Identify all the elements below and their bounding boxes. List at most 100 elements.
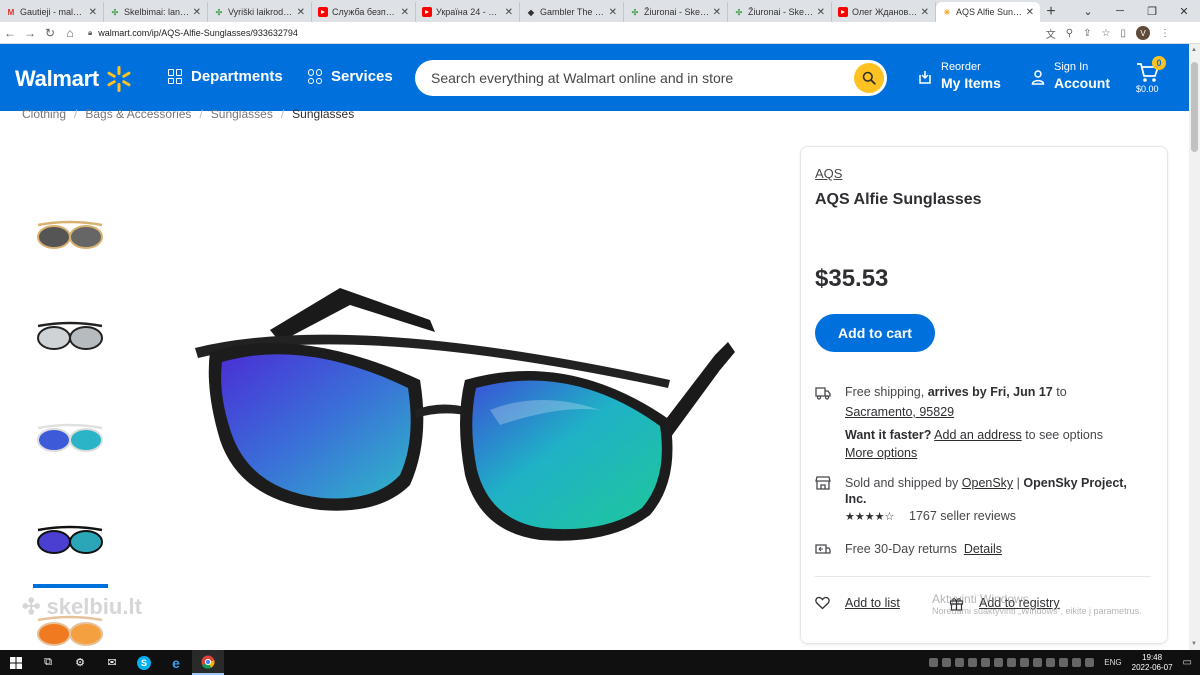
- browser-tab[interactable]: M Gautieji - malokas ✕: [0, 2, 104, 22]
- browser-tab-active[interactable]: ✳AQS Alfie Sunglass✕: [936, 2, 1040, 22]
- product-main-image[interactable]: [180, 270, 740, 580]
- thumbnail-1[interactable]: [30, 207, 110, 263]
- zoom-icon[interactable]: ⚲: [1066, 28, 1073, 39]
- browser-tab[interactable]: ✣ Vyriški laikrodžiai ✕: [208, 2, 312, 22]
- breadcrumb-current[interactable]: Sunglasses: [292, 107, 354, 121]
- close-tab-icon[interactable]: ✕: [921, 7, 929, 18]
- thumbnail-3[interactable]: [30, 410, 110, 466]
- settings-gear-icon[interactable]: ⚙: [64, 650, 96, 675]
- departments-button[interactable]: Departments: [168, 68, 283, 85]
- thumbnail-2[interactable]: [30, 308, 110, 364]
- brand-link[interactable]: AQS: [815, 166, 842, 181]
- browser-tab[interactable]: ✣ Žiuronai - Skelbiu ✕: [728, 2, 832, 22]
- side-panel-icon[interactable]: ▯: [1120, 28, 1126, 39]
- browser-tab[interactable]: ✣Skelbimai: lankomi✕: [104, 2, 208, 22]
- more-options-link[interactable]: More options: [845, 446, 917, 460]
- minimize-icon[interactable]: ─: [1104, 5, 1136, 17]
- mail-icon[interactable]: ✉: [96, 650, 128, 675]
- add-to-list-link[interactable]: Add to list: [845, 596, 900, 610]
- tray-icon[interactable]: [1059, 658, 1069, 667]
- browser-tab[interactable]: Служба безпеки ✕: [312, 2, 416, 22]
- browser-tab[interactable]: ✣ Žiuronai - Skelbiu ✕: [624, 2, 728, 22]
- gambler-icon: ◆: [527, 7, 535, 17]
- site-watermark: ✣ skelbiu.lt: [22, 594, 142, 619]
- close-tab-icon[interactable]: ✕: [89, 7, 97, 18]
- close-tab-icon[interactable]: ✕: [817, 7, 825, 18]
- new-tab-button[interactable]: +: [1040, 2, 1062, 22]
- back-icon[interactable]: ←: [0, 26, 20, 40]
- reorder-my-items-link[interactable]: Reorder My Items: [917, 61, 1001, 92]
- seller-link[interactable]: OpenSky: [962, 476, 1013, 490]
- share-icon[interactable]: ⇪: [1083, 28, 1091, 39]
- returns-details-link[interactable]: Details: [964, 542, 1002, 556]
- translate-icon[interactable]: 文: [1046, 26, 1056, 41]
- close-tab-icon[interactable]: ✕: [193, 7, 201, 18]
- search-bar[interactable]: Search everything at Walmart online and …: [415, 60, 887, 96]
- tray-icon[interactable]: [1072, 658, 1082, 667]
- skype-icon[interactable]: S: [128, 650, 160, 675]
- scrollbar-thumb[interactable]: [1191, 62, 1198, 152]
- store-icon: [815, 476, 831, 490]
- tray-icon[interactable]: [1020, 658, 1030, 667]
- seller-reviews-count[interactable]: 1767 seller reviews: [909, 509, 1016, 523]
- clock[interactable]: 19:48 2022-06-07: [1132, 653, 1173, 673]
- close-tab-icon[interactable]: ✕: [297, 7, 305, 18]
- add-address-link[interactable]: Add an address: [934, 428, 1022, 442]
- breadcrumb-link[interactable]: Bags & Accessories: [85, 107, 191, 121]
- services-button[interactable]: Services: [308, 68, 393, 85]
- add-to-cart-button[interactable]: Add to cart: [815, 314, 935, 352]
- close-tab-icon[interactable]: ✕: [505, 7, 513, 18]
- tray-icon[interactable]: [1046, 658, 1056, 667]
- scroll-down-arrow-icon[interactable]: ▼: [1191, 641, 1197, 647]
- reload-icon[interactable]: ↻: [40, 26, 60, 40]
- search-button[interactable]: [854, 63, 884, 93]
- tray-icon[interactable]: [929, 658, 939, 667]
- edge-icon[interactable]: e: [160, 650, 192, 675]
- keyboard-language[interactable]: ENG: [1104, 658, 1121, 667]
- profile-avatar[interactable]: V: [1136, 26, 1150, 40]
- home-icon[interactable]: ⌂: [60, 26, 80, 40]
- page-scrollbar[interactable]: ▲ ▼: [1189, 44, 1200, 650]
- tray-icon[interactable]: [1007, 658, 1017, 667]
- forward-icon[interactable]: →: [20, 26, 40, 40]
- search-input[interactable]: Search everything at Walmart online and …: [431, 70, 854, 86]
- windows-activation-subtext: Norėdami suaktyvinti „Windows“, eikite į…: [932, 606, 1142, 616]
- walmart-logo[interactable]: Walmart: [15, 65, 133, 93]
- tray-icon[interactable]: [955, 658, 965, 667]
- close-tab-icon[interactable]: ✕: [713, 7, 721, 18]
- tray-icon[interactable]: [1085, 658, 1095, 667]
- breadcrumb-link[interactable]: Sunglasses: [211, 107, 273, 121]
- heart-icon[interactable]: [815, 596, 830, 610]
- browser-tab[interactable]: ◆Gambler The Little✕: [520, 2, 624, 22]
- notifications-icon[interactable]: ▭: [1183, 657, 1192, 668]
- scroll-up-arrow-icon[interactable]: ▲: [1191, 47, 1197, 53]
- returns-icon: [815, 544, 831, 554]
- sunglasses-silver-thumbnail: [37, 321, 103, 350]
- breadcrumb-separator: /: [74, 107, 78, 121]
- tray-icon[interactable]: [942, 658, 952, 667]
- tray-icon[interactable]: [994, 658, 1004, 667]
- sign-in-account-link[interactable]: Sign In Account: [1030, 61, 1110, 92]
- close-tab-icon[interactable]: ✕: [1026, 7, 1034, 18]
- menu-icon[interactable]: ⋮: [1160, 28, 1170, 39]
- close-tab-icon[interactable]: ✕: [609, 7, 617, 18]
- breadcrumb-link[interactable]: Clothing: [22, 107, 66, 121]
- close-tab-icon[interactable]: ✕: [401, 7, 409, 18]
- tab-search-icon[interactable]: ⌄: [1072, 5, 1104, 18]
- chrome-icon[interactable]: [192, 650, 224, 675]
- tray-icon[interactable]: [968, 658, 978, 667]
- task-view-icon[interactable]: ⧉: [32, 650, 64, 675]
- tray-icon[interactable]: [1033, 658, 1043, 667]
- cart-button[interactable]: 0 $0.00: [1136, 56, 1170, 100]
- browser-tab[interactable]: Олег Жданов - Yo✕: [832, 2, 936, 22]
- maximize-icon[interactable]: ❐: [1136, 5, 1168, 18]
- browser-tab[interactable]: Україна 24 - YouT✕: [416, 2, 520, 22]
- thumbnail-4-selected[interactable]: [30, 512, 110, 568]
- close-window-icon[interactable]: ✕: [1168, 5, 1200, 18]
- url-field[interactable]: 🔒︎ walmart.com/ip/AQS-Alfie-Sunglasses/9…: [88, 28, 298, 38]
- skelbiu-icon: ✣: [631, 7, 639, 17]
- start-button[interactable]: [0, 650, 32, 675]
- bookmark-star-icon[interactable]: ☆: [1102, 28, 1111, 39]
- tray-icon[interactable]: [981, 658, 991, 667]
- location-link[interactable]: Sacramento, 95829: [845, 405, 954, 419]
